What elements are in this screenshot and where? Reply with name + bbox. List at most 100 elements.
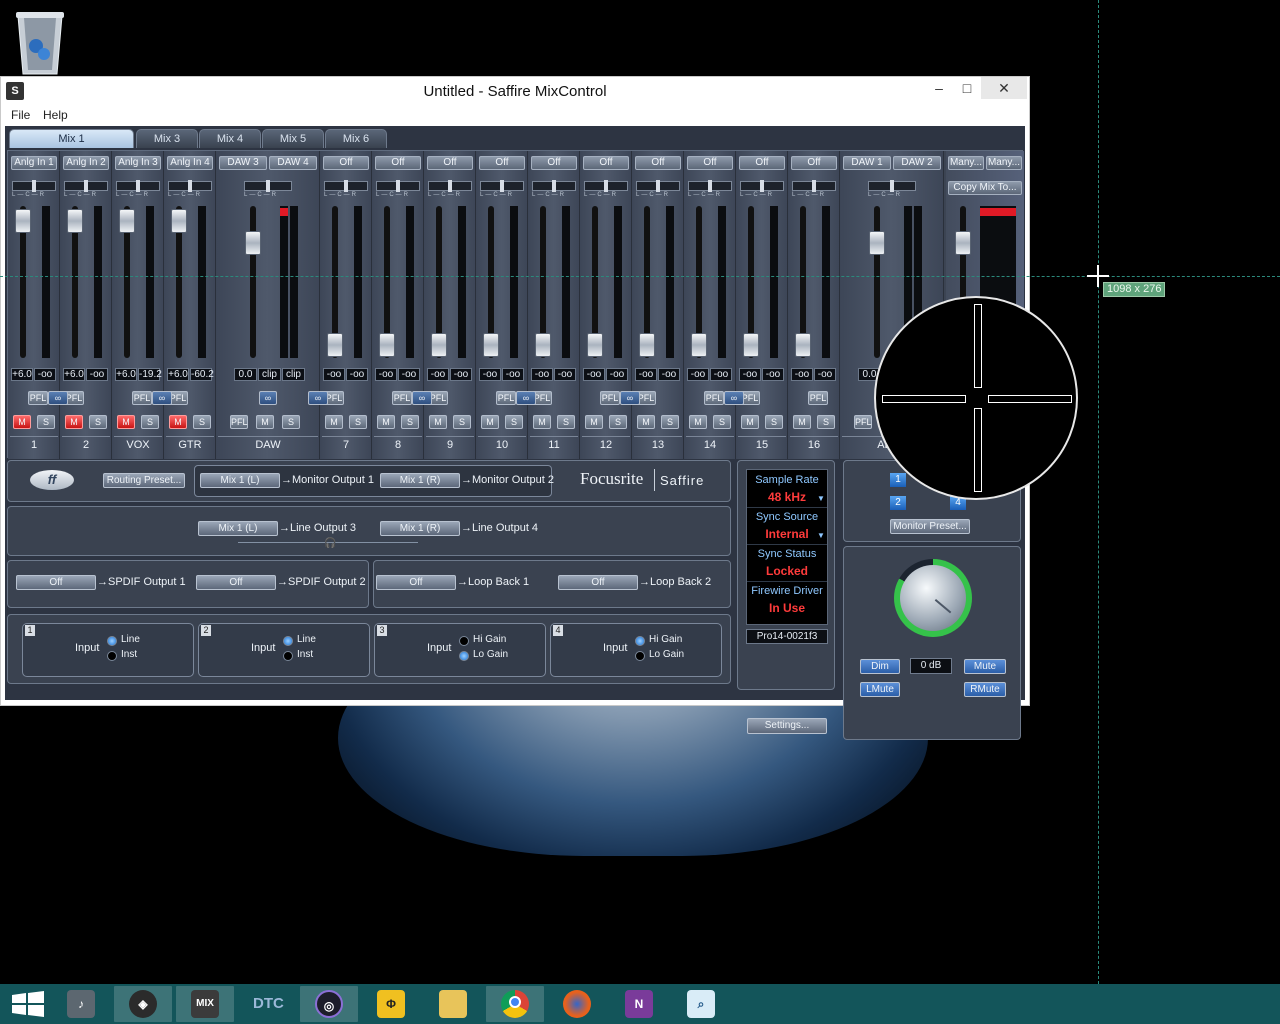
pfl-button[interactable]: PFL [28,391,48,405]
solo-button[interactable]: S [193,415,211,429]
close-button[interactable]: ✕ [981,77,1027,99]
monitor-button-1[interactable]: 1 [890,473,906,487]
fader-handle[interactable] [743,333,759,357]
sample-rate-dropdown-icon[interactable]: ▼ [817,494,825,503]
channel-source-select[interactable]: Off [791,156,837,170]
mute-button[interactable]: Mute [964,659,1006,674]
input-option-2-radio[interactable] [459,651,469,661]
mute-button[interactable]: M [117,415,135,429]
media-icon[interactable]: ♪ [52,986,110,1022]
channel-source-select[interactable]: DAW 2 [893,156,941,170]
route-src-line-4[interactable]: Mix 1 (R) [380,521,460,536]
pfl-button[interactable]: PFL [132,391,152,405]
route-src-loopback-1[interactable]: Off [376,575,456,590]
explorer-icon[interactable] [424,986,482,1022]
master-select-1[interactable]: Many... [948,156,984,170]
lmute-button[interactable]: LMute [860,682,900,697]
pan-knob[interactable] [552,180,556,192]
pan-knob[interactable] [136,180,140,192]
solo-button[interactable]: S [282,415,300,429]
input-option-1-radio[interactable] [283,636,293,646]
mute-button[interactable]: M [533,415,551,429]
solo-button[interactable]: S [661,415,679,429]
pan-slider[interactable] [12,180,56,192]
fader-handle[interactable] [535,333,551,357]
pan-knob[interactable] [656,180,660,192]
pan-knob[interactable] [344,180,348,192]
stereo-link-button[interactable]: ∞ [516,391,536,405]
solo-button[interactable]: S [453,415,471,429]
channel-source-select[interactable]: Off [479,156,525,170]
mute-button[interactable]: M [793,415,811,429]
channel-source-select[interactable]: Anlg In 3 [115,156,161,170]
fader-handle[interactable] [483,333,499,357]
pfl-button[interactable]: PFL [808,391,828,405]
channel-source-select[interactable]: Off [635,156,681,170]
routing-preset-button[interactable]: Routing Preset... [103,473,185,488]
pfl-button[interactable]: PFL [230,415,248,429]
input-option-1-radio[interactable] [635,636,645,646]
solo-button[interactable]: S [141,415,159,429]
fader-handle[interactable] [15,209,31,233]
mixcontrol-icon[interactable]: MIX [176,986,234,1022]
fader-handle[interactable] [119,209,135,233]
input-option-1-radio[interactable] [107,636,117,646]
route-src-spdif-2[interactable]: Off [196,575,276,590]
pan-slider[interactable] [244,180,292,192]
rmute-button[interactable]: RMute [964,682,1006,697]
menu-help[interactable]: Help [43,108,68,122]
chrome-icon[interactable] [486,986,544,1022]
solo-button[interactable]: S [349,415,367,429]
tab-mix-3[interactable]: Mix 3 [136,129,198,148]
route-src-monitor-2[interactable]: Mix 1 (R) [380,473,460,488]
mute-button[interactable]: M [481,415,499,429]
monitor-preset-button[interactable]: Monitor Preset... [890,519,970,534]
pfl-button[interactable]: PFL [704,391,724,405]
solo-button[interactable]: S [557,415,575,429]
fader-handle[interactable] [431,333,447,357]
master-fader-handle[interactable] [955,231,971,255]
solo-button[interactable]: S [713,415,731,429]
fader-handle[interactable] [691,333,707,357]
fader-handle[interactable] [639,333,655,357]
pan-knob[interactable] [708,180,712,192]
pan-knob[interactable] [188,180,192,192]
channel-source-select[interactable]: Off [583,156,629,170]
stereo-link-button[interactable]: ∞ [308,391,328,405]
stereo-link-button[interactable]: ∞ [48,391,68,405]
fader-handle[interactable] [587,333,603,357]
onenote-icon[interactable]: N [610,986,668,1022]
pan-knob[interactable] [760,180,764,192]
stereo-link-button[interactable]: ∞ [152,391,172,405]
mute-button[interactable]: M [325,415,343,429]
channel-source-select[interactable]: Off [427,156,473,170]
firefox-icon[interactable] [548,986,606,1022]
tab-mix-5[interactable]: Mix 5 [262,129,324,148]
channel-source-select[interactable]: Anlg In 1 [11,156,57,170]
solo-button[interactable]: S [765,415,783,429]
channel-source-select[interactable]: Off [375,156,421,170]
pan-slider[interactable] [376,180,420,192]
stereo-link-button[interactable]: ∞ [724,391,744,405]
mute-button[interactable]: M [13,415,31,429]
pfl-button[interactable]: PFL [854,415,872,429]
pan-slider[interactable] [116,180,160,192]
monitor-button-2[interactable]: 2 [890,496,906,510]
mute-button[interactable]: M [377,415,395,429]
route-src-monitor-1[interactable]: Mix 1 (L) [200,473,280,488]
solo-button[interactable]: S [37,415,55,429]
pan-slider[interactable] [584,180,628,192]
mute-button[interactable]: M [689,415,707,429]
route-src-line-3[interactable]: Mix 1 (L) [198,521,278,536]
start-icon[interactable] [0,986,58,1022]
mute-button[interactable]: M [169,415,187,429]
pan-slider[interactable] [792,180,836,192]
pan-slider[interactable] [688,180,732,192]
pan-slider[interactable] [636,180,680,192]
pan-knob[interactable] [812,180,816,192]
fader-handle[interactable] [379,333,395,357]
mute-button[interactable]: M [741,415,759,429]
pfl-button[interactable]: PFL [496,391,516,405]
mute-button[interactable]: M [429,415,447,429]
channel-source-select[interactable]: DAW 1 [843,156,891,170]
